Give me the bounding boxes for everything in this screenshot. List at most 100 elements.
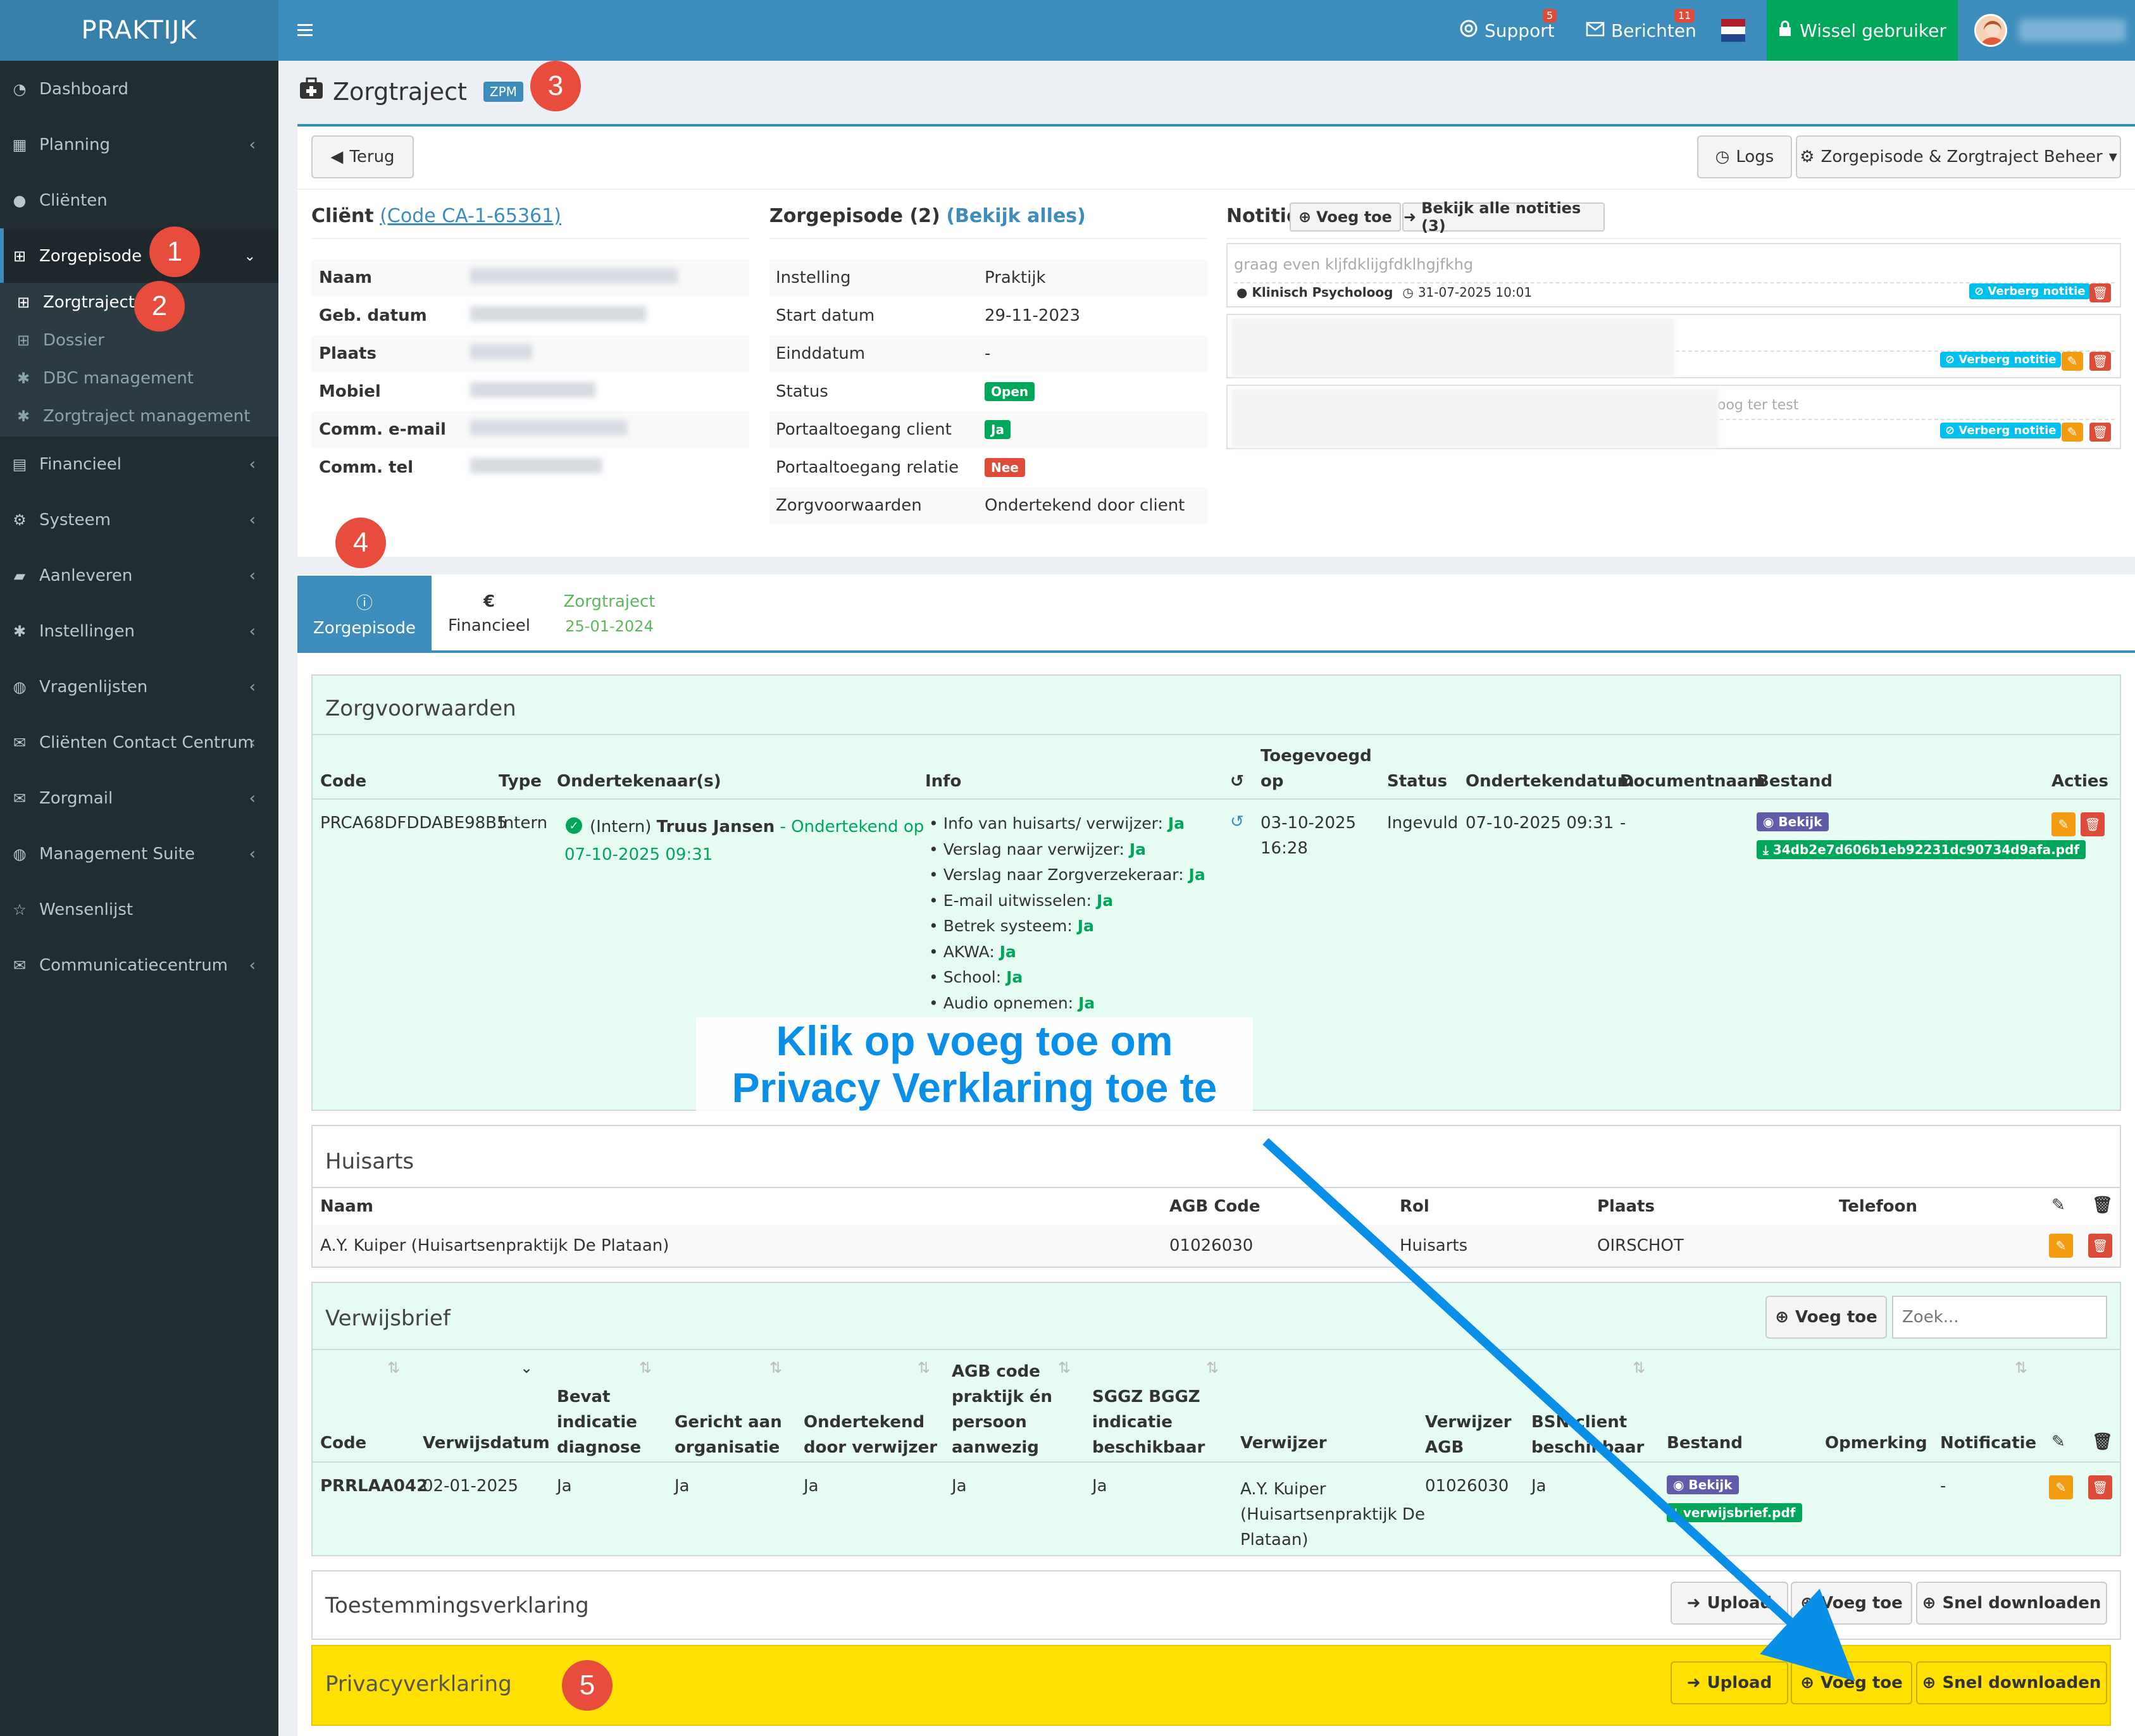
- episode-view-all-link[interactable]: (Bekijk alles): [946, 205, 1086, 227]
- col-header: Status: [1387, 772, 1448, 791]
- episode-row-portaal-client: Portaaltoegang client Ja: [769, 411, 1207, 448]
- sidebar-item-label: Systeem: [39, 511, 111, 530]
- sort-icon[interactable]: ⇅: [918, 1359, 930, 1377]
- sort-desc-icon[interactable]: ⌄: [520, 1359, 533, 1377]
- edit-button[interactable]: ✎: [2049, 1475, 2073, 1499]
- client-row-naam: Naam: [311, 259, 749, 296]
- delete-button[interactable]: 🗑: [2088, 1475, 2112, 1499]
- cell-added-time: 16:28: [1260, 839, 1308, 858]
- episode-row-start-datum: Start datum 29-11-2023: [769, 297, 1207, 334]
- caret-down-icon: ▾: [2108, 147, 2117, 166]
- sidebar-subitem-dossier[interactable]: ⊞ Dossier: [0, 321, 278, 359]
- download-file-link[interactable]: ⤓ verwijsbrief.pdf: [1667, 1503, 1802, 1522]
- row-key: Portaaltoegang relatie: [776, 458, 959, 477]
- sidebar-subitem-dbc-management[interactable]: ✱ DBC management: [0, 359, 278, 397]
- avatar[interactable]: [1974, 14, 2007, 47]
- sidebar-item-label: Aanleveren: [39, 566, 133, 585]
- language-flag-icon[interactable]: [1721, 19, 1745, 42]
- sidebar-item-wensenlijst[interactable]: ☆ Wensenlijst: [0, 882, 278, 938]
- row-key: Status: [776, 382, 828, 401]
- view-file-button[interactable]: ◉ Bekijk: [1667, 1475, 1739, 1494]
- sort-icon[interactable]: ⇅: [639, 1359, 652, 1377]
- sort-icon[interactable]: ⇅: [387, 1359, 400, 1377]
- edit-note-button[interactable]: ✎: [2062, 352, 2083, 371]
- messages-link[interactable]: Berichten 11: [1586, 0, 1696, 61]
- sidebar-item-systeem[interactable]: ⚙ Systeem ‹: [0, 492, 278, 548]
- view-file-button[interactable]: ◉ Bekijk: [1757, 812, 1829, 831]
- tab-financieel[interactable]: € Financieel: [437, 576, 542, 652]
- sort-icon[interactable]: ⇅: [1633, 1359, 1645, 1377]
- edit-button[interactable]: ✎: [2049, 1234, 2073, 1258]
- status-badge: Ja: [985, 420, 1011, 439]
- delete-button[interactable]: 🗑: [2088, 1234, 2112, 1258]
- history-icon[interactable]: ↺: [1230, 812, 1244, 831]
- sidebar-item-management-suite[interactable]: ◍ Management Suite ‹: [0, 826, 278, 882]
- toestemming-add-button[interactable]: ⊕ Voeg toe: [1791, 1582, 1912, 1625]
- toestemming-download-button[interactable]: ⊕ Snel downloaden: [1916, 1582, 2107, 1625]
- delete-note-button[interactable]: 🗑: [2089, 423, 2111, 442]
- sort-icon[interactable]: ⇅: [769, 1359, 782, 1377]
- cell-agb: Ja: [952, 1477, 967, 1496]
- search-input[interactable]: [1892, 1296, 2107, 1339]
- sort-icon[interactable]: ⇅: [1206, 1359, 1219, 1377]
- sort-icon[interactable]: ⇅: [2015, 1359, 2027, 1377]
- add-note-button[interactable]: ⊕ Voeg toe: [1290, 202, 1401, 232]
- hide-note-button[interactable]: ⊘ Verberg notitie: [1940, 352, 2062, 368]
- chevron-left-icon: ‹: [249, 678, 256, 697]
- sidebar-item-instellingen[interactable]: ✱ Instellingen ‹: [0, 604, 278, 659]
- sidebar-item-aanleveren[interactable]: ▰ Aanleveren ‹: [0, 548, 278, 604]
- redacted-value: [470, 267, 678, 284]
- logs-button[interactable]: ◷ Logs: [1697, 135, 1792, 178]
- sidebar-subitem-zorgtraject-management[interactable]: ✱ Zorgtraject management: [0, 397, 278, 435]
- divider: [313, 1187, 2120, 1188]
- info-item: • E-mail uitwisselen: Ja: [929, 891, 1114, 910]
- trash-icon: 🗑: [2092, 1238, 2108, 1253]
- privacy-download-button[interactable]: ⊕ Snel downloaden: [1916, 1661, 2107, 1704]
- view-all-notes-button[interactable]: ➜ Bekijk alle notities (3): [1402, 199, 1605, 235]
- delete-button[interactable]: 🗑: [2081, 812, 2105, 836]
- sidebar-item-planning[interactable]: ▦ Planning ‹: [0, 117, 278, 173]
- back-button[interactable]: ◀ Terug: [311, 135, 414, 178]
- sidebar-item-zorgmail[interactable]: ✉ Zorgmail ‹: [0, 771, 278, 826]
- tab-zorgepisode[interactable]: ⓘ Zorgepisode: [297, 576, 432, 652]
- sidebar-item-financieel[interactable]: ▤ Financieel ‹: [0, 437, 278, 492]
- client-row-geb-datum: Geb. datum: [311, 297, 749, 334]
- sidebar-item-dashboard[interactable]: ◔ Dashboard: [0, 61, 278, 117]
- delete-note-button[interactable]: 🗑: [2089, 283, 2111, 302]
- pencil-icon: ✎: [2051, 1432, 2065, 1451]
- sidebar-item-communicatiecentrum[interactable]: ✉ Communicatiecentrum ‹: [0, 938, 278, 993]
- support-link[interactable]: Support 5: [1459, 0, 1557, 61]
- toestemming-upload-button[interactable]: ➜ Upload: [1671, 1582, 1788, 1625]
- upload-label: Upload: [1707, 1673, 1772, 1692]
- sidebar-item-label: Planning: [39, 135, 110, 154]
- privacy-add-button[interactable]: ⊕ Voeg toe: [1791, 1661, 1912, 1704]
- trash-icon: 🗑: [2092, 354, 2108, 369]
- episode-row-einddatum: Einddatum -: [769, 335, 1207, 372]
- hamburger-menu-icon[interactable]: [296, 16, 316, 44]
- client-code-link[interactable]: (Code CA-1-65361): [380, 205, 561, 227]
- sidebar-item-label: Vragenlijsten: [39, 678, 148, 697]
- tab-zorgtraject[interactable]: Zorgtraject 25-01-2024: [549, 576, 669, 652]
- view-label: Bekijk: [1778, 814, 1822, 829]
- edit-note-button[interactable]: ✎: [2062, 423, 2083, 442]
- hide-note-button[interactable]: ⊘ Verberg notitie: [1940, 423, 2062, 438]
- sidebar-item-vragenlijsten[interactable]: ◍ Vragenlijsten ‹: [0, 659, 278, 715]
- hide-note-button[interactable]: ⊘ Verberg notitie: [1969, 283, 2091, 299]
- privacy-upload-button[interactable]: ➜ Upload: [1671, 1661, 1788, 1704]
- status-badge: Nee: [985, 458, 1025, 477]
- sidebar-item-clienten[interactable]: ● Cliënten: [0, 173, 278, 228]
- switch-user-button[interactable]: Wissel gebruiker: [1767, 0, 1958, 61]
- add-verwijsbrief-button[interactable]: ⊕ Voeg toe: [1765, 1296, 1887, 1339]
- medkit-icon: ⊞: [16, 294, 30, 311]
- divider: [311, 238, 749, 239]
- sort-icon[interactable]: ⇅: [1058, 1359, 1071, 1377]
- sidebar-item-zorgepisode[interactable]: ⊞ Zorgepisode ⌄: [0, 228, 278, 284]
- cell-gericht: Ja: [675, 1477, 690, 1496]
- edit-button[interactable]: ✎: [2051, 812, 2076, 836]
- sidebar-item-clienten-contact-centrum[interactable]: ✉ Cliënten Contact Centrum ‹: [0, 715, 278, 771]
- manage-dropdown-button[interactable]: ⚙ Zorgepisode & Zorgtraject Beheer ▾: [1796, 135, 2121, 178]
- brand-logo[interactable]: PRAKTIJK: [0, 0, 278, 61]
- eye-icon: ◉: [1763, 814, 1774, 829]
- download-file-link[interactable]: ⤓ 34db2e7d606b1eb92231dc90734d9afa.pdf: [1757, 840, 2086, 859]
- delete-note-button[interactable]: 🗑: [2089, 352, 2111, 371]
